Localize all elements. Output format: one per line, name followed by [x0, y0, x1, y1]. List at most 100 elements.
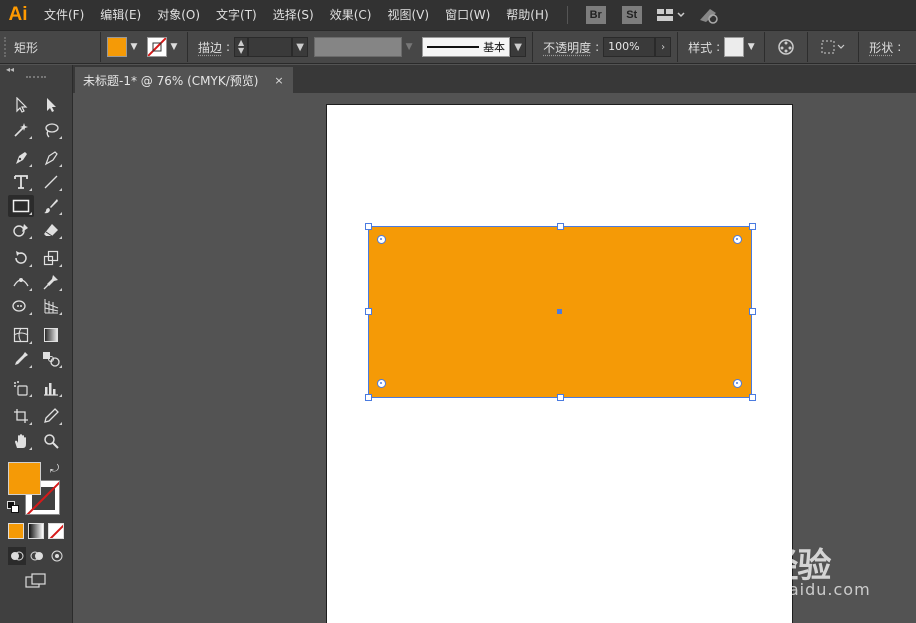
menu-file[interactable]: 文件(F) [36, 0, 92, 30]
menu-window[interactable]: 窗口(W) [437, 0, 498, 30]
screen-mode-icon[interactable] [25, 573, 47, 592]
graphic-style-swatch[interactable] [724, 37, 745, 57]
rotate-tool-icon[interactable] [8, 247, 34, 269]
corner-radius-widget-bottom-right[interactable] [733, 379, 742, 388]
align-selection-icon[interactable] [820, 39, 846, 55]
stroke-weight-input[interactable] [248, 37, 293, 57]
collapse-panel-icon[interactable]: ◂◂ [0, 65, 72, 74]
rectangle-tool-icon[interactable] [8, 195, 34, 217]
brush-dropdown-icon[interactable]: ▼ [510, 37, 527, 57]
shape-label[interactable]: 形状 [869, 39, 893, 56]
resize-handle-middle-right[interactable] [749, 308, 756, 315]
column-graph-tool-icon[interactable] [38, 377, 64, 399]
tools-grip[interactable] [0, 73, 72, 81]
style-dropdown-icon[interactable]: ▼ [744, 37, 758, 57]
tool-row [8, 430, 64, 452]
resize-handle-top-left[interactable] [365, 223, 372, 230]
fill-color-box[interactable] [8, 462, 41, 495]
perspective-grid-tool-icon[interactable] [38, 295, 64, 317]
corner-radius-widget-top-left[interactable] [377, 235, 386, 244]
puppet-warp-tool-icon[interactable] [38, 271, 64, 293]
eraser-tool-icon[interactable] [38, 219, 64, 241]
blend-tool-icon[interactable] [38, 348, 64, 370]
divider [532, 32, 534, 62]
slice-tool-icon[interactable] [38, 405, 64, 427]
resize-handle-middle-left[interactable] [365, 308, 372, 315]
gradient-mode-button[interactable] [28, 523, 44, 539]
menu-separator [566, 6, 568, 24]
stroke-dropdown-icon[interactable]: ▼ [167, 37, 181, 57]
stroke-weight-stepper[interactable]: ▲ ▼ [234, 37, 249, 57]
curvature-tool-icon[interactable] [38, 147, 64, 169]
stroke-weight-dropdown-icon[interactable]: ▼ [292, 37, 309, 57]
bridge-button[interactable]: Br [585, 6, 606, 24]
draw-behind-icon[interactable] [28, 547, 46, 565]
menu-object[interactable]: 对象(O) [149, 0, 208, 30]
variable-width-field[interactable] [314, 37, 403, 57]
line-segment-tool-icon[interactable] [38, 171, 64, 193]
mesh-tool-icon[interactable] [8, 324, 34, 346]
stock-button[interactable]: St [621, 6, 642, 24]
opacity-input[interactable]: 100% [603, 37, 656, 57]
resize-handle-bottom-right[interactable] [749, 394, 756, 401]
shape-builder-tool-icon[interactable] [8, 295, 34, 317]
stroke-preview-line [427, 46, 480, 48]
type-tool-icon[interactable] [8, 171, 34, 193]
corner-radius-widget-top-right[interactable] [733, 235, 742, 244]
menu-bar: Ai 文件(F) 编辑(E) 对象(O) 文字(T) 选择(S) 效果(C) 视… [0, 0, 916, 30]
lasso-tool-icon[interactable] [38, 119, 64, 141]
variable-width-dropdown-icon[interactable]: ▼ [402, 37, 416, 57]
default-fill-stroke-icon[interactable] [7, 501, 19, 516]
zoom-tool-icon[interactable] [38, 430, 64, 452]
paintbrush-tool-icon[interactable] [38, 195, 64, 217]
color-mode-button[interactable] [8, 523, 24, 539]
menu-effect[interactable]: 效果(C) [322, 0, 380, 30]
resize-handle-bottom-left[interactable] [365, 394, 372, 401]
fill-dropdown-icon[interactable]: ▼ [127, 37, 141, 57]
swap-fill-stroke-icon[interactable]: ⤾ [50, 462, 59, 476]
hand-tool-icon[interactable] [8, 430, 34, 452]
divider [187, 32, 188, 62]
draw-normal-icon[interactable] [8, 547, 26, 565]
menu-select[interactable]: 选择(S) [265, 0, 322, 30]
magic-wand-tool-icon[interactable] [8, 119, 34, 141]
pen-tool-icon[interactable] [8, 147, 34, 169]
menu-edit[interactable]: 编辑(E) [92, 0, 149, 30]
style-label: 样式 [688, 40, 713, 55]
stroke-weight-label[interactable]: 描边 [198, 39, 222, 56]
resize-handle-bottom-center[interactable] [557, 394, 564, 401]
menu-view[interactable]: 视图(V) [379, 0, 437, 30]
corner-radius-widget-bottom-left[interactable] [377, 379, 386, 388]
workspace-switcher-icon[interactable] [656, 7, 686, 23]
symbol-sprayer-tool-icon[interactable] [8, 377, 34, 399]
eyedropper-tool-icon[interactable] [8, 348, 34, 370]
stroke-color-swatch[interactable] [147, 37, 167, 57]
app-logo: Ai [8, 4, 28, 25]
tool-row [8, 171, 64, 193]
direct-selection-tool-icon[interactable] [38, 94, 64, 116]
close-icon[interactable]: × [273, 74, 285, 87]
opacity-arrow-icon[interactable]: › [655, 37, 672, 57]
artboard-tool-icon[interactable] [8, 405, 34, 427]
selection-tool-icon[interactable] [8, 94, 34, 116]
brush-definition-field[interactable]: 基本 [422, 37, 511, 57]
menu-help[interactable]: 帮助(H) [498, 0, 556, 30]
fill-color-swatch[interactable] [107, 37, 127, 57]
resize-handle-top-right[interactable] [749, 223, 756, 230]
draw-inside-icon[interactable] [48, 547, 66, 565]
recolor-artwork-icon[interactable] [777, 38, 795, 56]
colon-glyph: : [226, 40, 231, 54]
colon-glyph: : [897, 40, 902, 54]
gpu-performance-icon[interactable] [698, 6, 720, 24]
menu-type[interactable]: 文字(T) [208, 0, 265, 30]
opacity-label[interactable]: 不透明度 [543, 39, 591, 56]
gradient-tool-icon[interactable] [38, 324, 64, 346]
shaper-tool-icon[interactable] [8, 219, 34, 241]
none-mode-button[interactable] [48, 523, 64, 539]
panel-grip[interactable] [4, 37, 10, 57]
resize-handle-top-center[interactable] [557, 223, 564, 230]
center-point[interactable] [557, 309, 562, 314]
tab-document[interactable]: 未标题-1* @ 76% (CMYK/预览) × [75, 67, 293, 93]
scale-tool-icon[interactable] [38, 247, 64, 269]
width-tool-icon[interactable] [8, 271, 34, 293]
